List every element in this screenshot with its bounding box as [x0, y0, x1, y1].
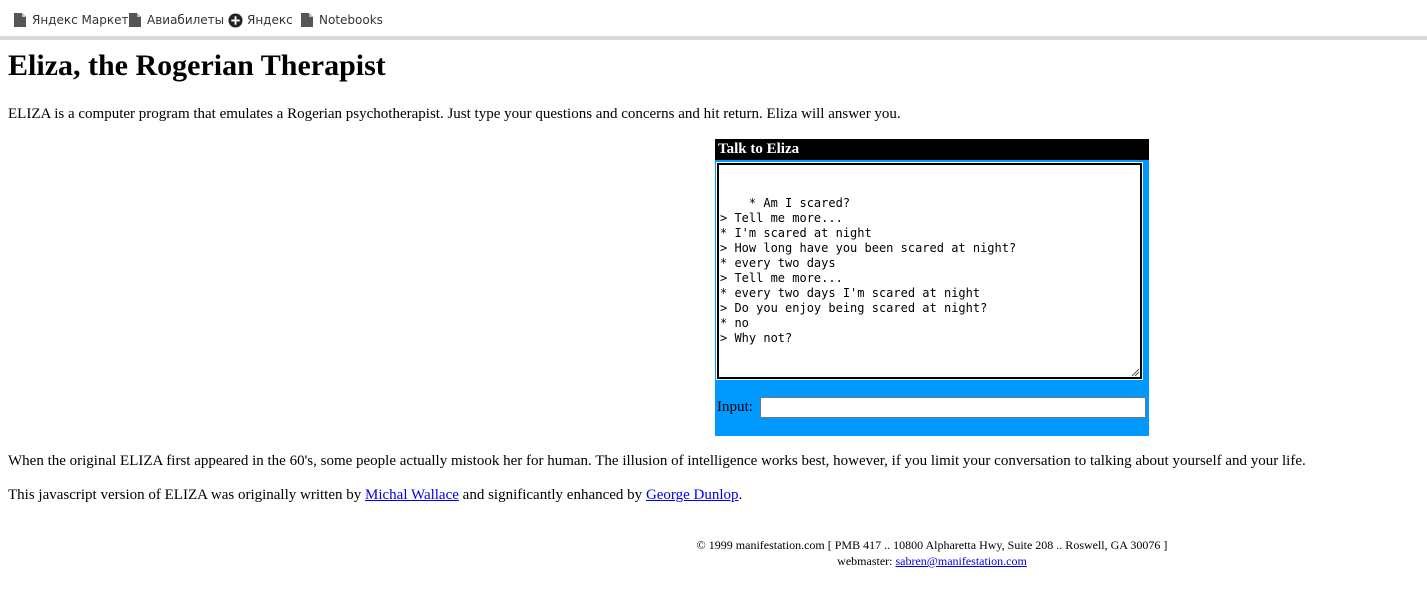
author-link-michal-wallace[interactable]: Michal Wallace: [365, 487, 459, 503]
credits-prefix: This javascript version of ELIZA was ori…: [8, 487, 366, 503]
eliza-panel: Talk to Eliza * Am I scared? > Tell me m…: [715, 139, 1149, 436]
footer-copyright: © 1999 manifestation.com [ PMB 417 .. 10…: [696, 538, 1168, 552]
history-paragraph: When the original ELIZA first appeared i…: [8, 453, 1306, 469]
intro-text: ELIZA is a computer program that emulate…: [8, 106, 901, 122]
footer: © 1999 manifestation.com [ PMB 417 .. 10…: [632, 537, 1232, 569]
input-label: Input:: [717, 399, 753, 415]
yandex-icon: [228, 12, 243, 28]
bookmarks-bar: Яндекс Маркет Авиабилеты Яндекс Notebook…: [0, 0, 1427, 40]
bookmark-notebooks[interactable]: Notebooks: [301, 11, 383, 29]
credits-suffix: .: [738, 487, 743, 503]
bookmark-aviabilety[interactable]: Авиабилеты: [129, 11, 224, 29]
webmaster-label: webmaster:: [837, 554, 896, 568]
bookmark-yandex[interactable]: Яндекс: [228, 11, 293, 29]
footer-webmaster: webmaster: sabren@manifestation.com: [632, 553, 1232, 569]
document-icon: [129, 13, 141, 27]
bookmark-label: Яндекс: [247, 13, 293, 27]
bookmark-label: Яндекс Маркет: [32, 13, 129, 27]
document-icon: [14, 13, 26, 27]
eliza-panel-title: Talk to Eliza: [715, 139, 1149, 160]
author-link-george-dunlop[interactable]: George Dunlop: [646, 487, 739, 503]
conversation-textarea[interactable]: * Am I scared? > Tell me more... * I'm s…: [716, 162, 1143, 380]
bookmark-yandex-market[interactable]: Яндекс Маркет: [14, 11, 128, 29]
credits-paragraph: This javascript version of ELIZA was ori…: [8, 485, 742, 505]
page-title: Eliza, the Rogerian Therapist: [8, 49, 386, 82]
bookmark-label: Notebooks: [319, 13, 383, 27]
webmaster-email-link[interactable]: sabren@manifestation.com: [895, 554, 1026, 568]
bookmark-label: Авиабилеты: [147, 13, 225, 27]
conversation-text: * Am I scared? > Tell me more... * I'm s…: [720, 196, 1017, 345]
document-icon: [301, 13, 313, 27]
credits-middle: and significantly enhanced by: [458, 487, 646, 503]
resize-grip-icon[interactable]: [1131, 368, 1139, 376]
eliza-input-field[interactable]: [760, 397, 1146, 418]
